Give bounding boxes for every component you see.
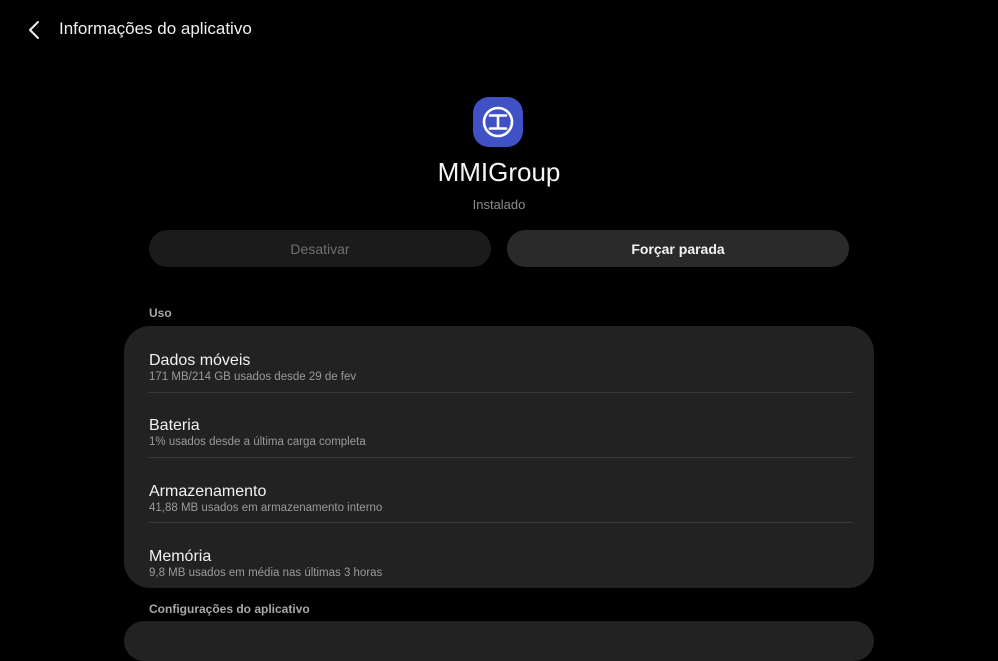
list-item-title: Dados móveis xyxy=(149,352,251,369)
disable-button[interactable]: Desativar xyxy=(149,230,491,267)
list-item-subtitle: 171 MB/214 GB usados desde 29 de fev xyxy=(149,371,357,383)
app-settings-card xyxy=(124,621,874,661)
usage-card: Dados móveis 171 MB/214 GB usados desde … xyxy=(124,326,874,588)
usage-item-battery[interactable]: Bateria 1% usados desde a última carga c… xyxy=(124,399,874,464)
back-button[interactable] xyxy=(20,16,48,44)
divider xyxy=(148,457,853,458)
list-item-subtitle: 41,88 MB usados em armazenamento interno xyxy=(149,502,383,514)
app-bar: Informações do aplicativo xyxy=(0,0,998,60)
mmigroup-app-icon xyxy=(473,97,523,147)
divider xyxy=(148,522,853,523)
list-item-title: Bateria xyxy=(149,417,200,434)
usage-item-storage[interactable]: Armazenamento 41,88 MB usados em armazen… xyxy=(124,465,874,530)
usage-item-memory[interactable]: Memória 9,8 MB usados em média nas últim… xyxy=(124,530,874,595)
list-item-subtitle: 9,8 MB usados em média nas últimas 3 hor… xyxy=(149,567,383,579)
chevron-left-icon xyxy=(29,21,39,39)
force-stop-button[interactable]: Forçar parada xyxy=(507,230,849,267)
usage-item-mobile-data[interactable]: Dados móveis 171 MB/214 GB usados desde … xyxy=(124,334,874,399)
list-item-title: Memória xyxy=(149,548,212,565)
page-title: Informações do aplicativo xyxy=(59,19,252,38)
divider xyxy=(148,392,853,393)
list-item-title: Armazenamento xyxy=(149,483,267,500)
usage-section-label: Uso xyxy=(149,306,172,320)
list-item-subtitle: 1% usados desde a última carga completa xyxy=(149,436,366,448)
app-name: MMIGroup xyxy=(437,157,561,187)
app-install-status: Instalado xyxy=(472,197,526,212)
app-settings-section-label: Configurações do aplicativo xyxy=(149,602,310,616)
